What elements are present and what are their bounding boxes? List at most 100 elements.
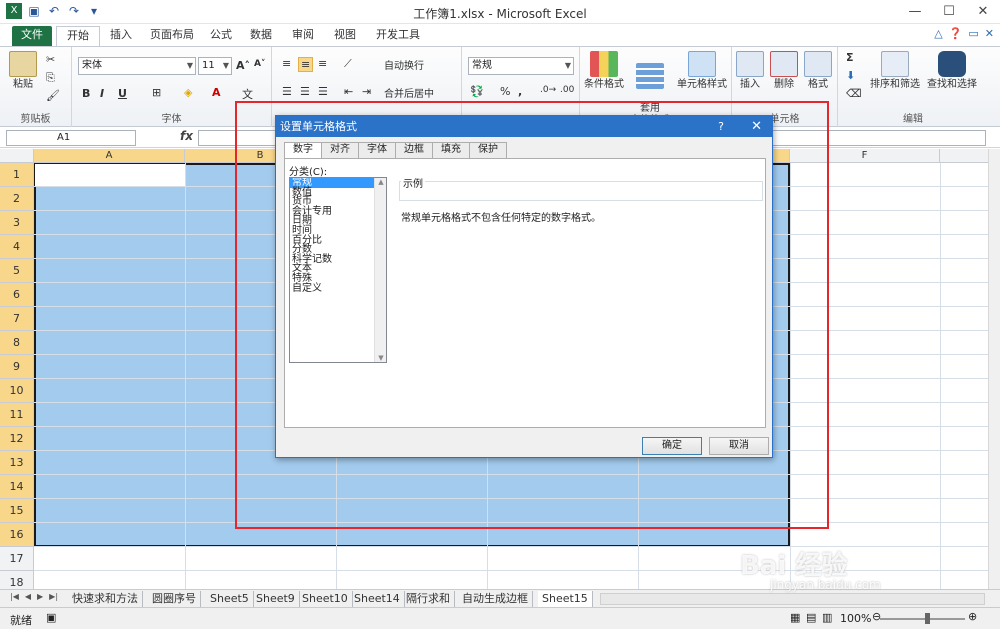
bold-button[interactable]: B bbox=[82, 87, 90, 100]
sheet-tab[interactable]: Sheet5 bbox=[206, 591, 254, 607]
row-header[interactable]: 14 bbox=[0, 475, 34, 499]
tab-data[interactable]: 数据 bbox=[240, 26, 282, 46]
sheet-tab[interactable]: Sheet10 bbox=[298, 591, 353, 607]
normal-view-icon[interactable]: ▦ bbox=[790, 611, 800, 624]
row-header[interactable]: 11 bbox=[0, 403, 34, 427]
row-header[interactable]: 15 bbox=[0, 499, 34, 523]
align-bottom-icon[interactable]: ≡ bbox=[318, 57, 327, 70]
wrap-text-button[interactable]: 自动换行 bbox=[384, 57, 424, 72]
first-sheet-icon[interactable]: |◀ bbox=[10, 592, 19, 601]
tab-home[interactable]: 开始 bbox=[56, 26, 100, 46]
comma-button[interactable]: , bbox=[518, 85, 522, 98]
sheet-tab[interactable]: 快速求和方法 bbox=[68, 591, 143, 607]
grow-font-icon[interactable]: A˄ bbox=[236, 59, 250, 72]
macro-record-icon[interactable]: ▣ bbox=[46, 611, 56, 624]
tab-developer[interactable]: 开发工具 bbox=[366, 26, 430, 46]
cancel-button[interactable]: 取消 bbox=[709, 437, 769, 455]
sheet-tab[interactable]: Sheet14 bbox=[350, 591, 405, 607]
row-header[interactable]: 7 bbox=[0, 307, 34, 331]
row-header[interactable]: 9 bbox=[0, 355, 34, 379]
dialog-help-button[interactable]: ? bbox=[718, 116, 724, 137]
chevron-down-icon[interactable]: ▼ bbox=[375, 354, 386, 362]
category-list[interactable]: 常规 数值 货币 会计专用 日期 时间 百分比 分数 科学记数 文本 特殊 自定… bbox=[289, 177, 387, 363]
insert-function-button[interactable]: fx bbox=[180, 129, 193, 143]
horizontal-scrollbar[interactable] bbox=[600, 593, 985, 605]
zoom-slider-handle[interactable] bbox=[925, 613, 930, 624]
row-header[interactable]: 18 bbox=[0, 571, 34, 589]
align-middle-icon[interactable]: ≡ bbox=[298, 57, 314, 72]
restore-icon[interactable]: ▭ bbox=[968, 27, 978, 40]
sheet-tab[interactable]: 自动生成边框 bbox=[458, 591, 533, 607]
vertical-scrollbar[interactable] bbox=[988, 149, 1000, 589]
last-sheet-icon[interactable]: ▶| bbox=[49, 592, 58, 601]
row-header[interactable]: 5 bbox=[0, 259, 34, 283]
font-name-select[interactable]: 宋体 ▼ bbox=[78, 57, 196, 75]
row-header[interactable]: 4 bbox=[0, 235, 34, 259]
row-header[interactable]: 1 bbox=[0, 163, 34, 187]
column-header[interactable]: A bbox=[34, 149, 185, 163]
conditional-format-button[interactable]: 条件格式 bbox=[582, 51, 626, 91]
tab-formulas[interactable]: 公式 bbox=[200, 26, 242, 46]
minimize-ribbon-icon[interactable]: △ bbox=[934, 27, 942, 40]
font-size-select[interactable]: 11 ▼ bbox=[198, 57, 232, 75]
zoom-level[interactable]: 100% bbox=[840, 612, 871, 625]
close-window-button[interactable]: ✕ bbox=[966, 0, 1000, 24]
find-select-button[interactable]: 查找和选择 bbox=[924, 51, 980, 91]
cell-styles-button[interactable]: 单元格样式 bbox=[674, 51, 730, 91]
row-header[interactable]: 3 bbox=[0, 211, 34, 235]
tab-page-layout[interactable]: 页面布局 bbox=[140, 26, 204, 46]
zoom-out-icon[interactable]: ⊖ bbox=[872, 610, 881, 623]
format-painter-icon[interactable]: 🖌 bbox=[46, 89, 60, 102]
zoom-in-icon[interactable]: ⊕ bbox=[968, 610, 977, 623]
next-sheet-icon[interactable]: ▶ bbox=[37, 592, 43, 601]
tab-alignment[interactable]: 对齐 bbox=[321, 142, 359, 158]
category-item[interactable]: 自定义 bbox=[290, 283, 386, 294]
autosum-icon[interactable]: Σ bbox=[846, 51, 854, 64]
insert-cells-button[interactable]: 插入 bbox=[734, 51, 766, 91]
copy-icon[interactable]: ⎘ bbox=[46, 71, 55, 85]
ok-button[interactable]: 确定 bbox=[642, 437, 702, 455]
align-center-icon[interactable]: ☰ bbox=[300, 85, 310, 98]
tab-insert[interactable]: 插入 bbox=[100, 26, 142, 46]
underline-button[interactable]: U bbox=[118, 87, 127, 100]
tab-file[interactable]: 文件 bbox=[12, 26, 52, 46]
cut-icon[interactable]: ✂ bbox=[46, 53, 55, 66]
maximize-button[interactable]: ☐ bbox=[932, 0, 966, 24]
increase-indent-icon[interactable]: ⇥ bbox=[362, 85, 371, 98]
dialog-close-button[interactable]: ✕ bbox=[751, 116, 762, 137]
merge-center-button[interactable]: 合并后居中 bbox=[384, 85, 434, 100]
row-header[interactable]: 6 bbox=[0, 283, 34, 307]
fill-color-icon[interactable]: ◈ bbox=[184, 86, 192, 99]
border-icon[interactable]: ⊞ bbox=[152, 86, 161, 99]
phonetic-icon[interactable]: 文 bbox=[242, 86, 253, 102]
page-break-view-icon[interactable]: ▥ bbox=[822, 611, 832, 624]
delete-cells-button[interactable]: 删除 bbox=[768, 51, 800, 91]
row-header[interactable]: 16 bbox=[0, 523, 34, 547]
number-format-select[interactable]: 常规 ▼ bbox=[468, 57, 574, 75]
sort-filter-button[interactable]: 排序和筛选 bbox=[868, 51, 922, 91]
clear-icon[interactable]: ⌫ bbox=[846, 87, 862, 100]
decrease-indent-icon[interactable]: ⇤ bbox=[344, 85, 353, 98]
column-header-empty[interactable] bbox=[940, 149, 990, 163]
shrink-font-icon[interactable]: A˅ bbox=[254, 59, 265, 69]
accounting-format-icon[interactable]: 💱 bbox=[470, 85, 484, 98]
row-header[interactable]: 10 bbox=[0, 379, 34, 403]
fill-icon[interactable]: ⬇ bbox=[846, 69, 855, 82]
row-header[interactable]: 12 bbox=[0, 427, 34, 451]
chevron-up-icon[interactable]: ▲ bbox=[375, 178, 386, 186]
tab-font[interactable]: 字体 bbox=[358, 142, 396, 158]
row-header[interactable]: 17 bbox=[0, 547, 34, 571]
row-header[interactable]: 13 bbox=[0, 451, 34, 475]
close-workbook-icon[interactable]: ✕ bbox=[985, 27, 994, 40]
zoom-slider[interactable] bbox=[880, 618, 965, 620]
align-top-icon[interactable]: ≡ bbox=[282, 57, 291, 70]
decrease-decimal-icon[interactable]: .00 bbox=[560, 85, 574, 95]
sheet-tab[interactable]: 圆圈序号 bbox=[148, 591, 201, 607]
tab-border[interactable]: 边框 bbox=[395, 142, 433, 158]
help-icon[interactable]: ❓ bbox=[949, 27, 963, 40]
percent-button[interactable]: % bbox=[500, 85, 510, 98]
row-header[interactable]: 2 bbox=[0, 187, 34, 211]
select-all-corner[interactable] bbox=[0, 149, 34, 163]
sheet-tab[interactable]: 隔行求和 bbox=[402, 591, 455, 607]
minimize-button[interactable]: — bbox=[898, 0, 932, 24]
